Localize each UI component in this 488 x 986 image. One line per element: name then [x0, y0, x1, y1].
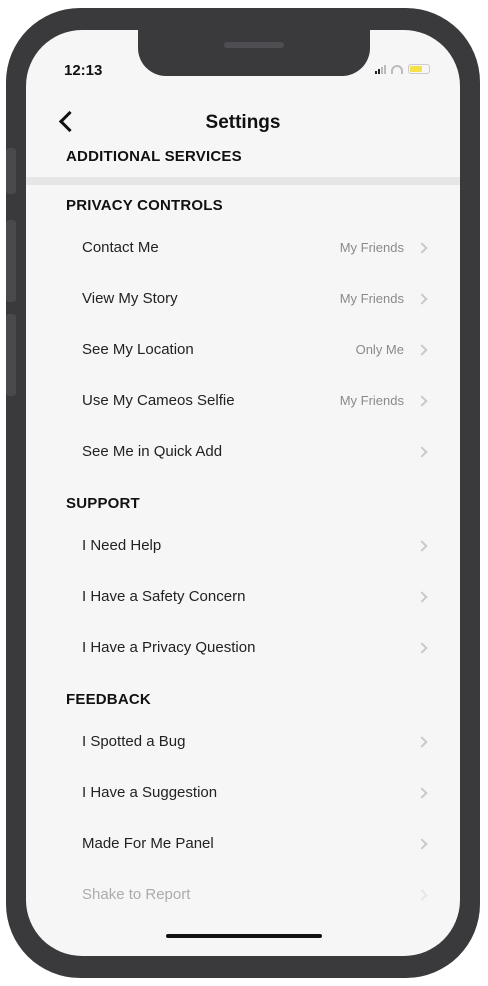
row-label: Shake to Report [82, 886, 191, 903]
chevron-right-icon [416, 735, 428, 748]
status-icons [375, 64, 430, 74]
chevron-right-icon [416, 837, 428, 850]
row-label: I Have a Privacy Question [82, 639, 256, 656]
row-made-for-me-panel[interactable]: Made For Me Panel [26, 818, 460, 869]
chevron-right-icon [416, 445, 428, 458]
row-safety-concern[interactable]: I Have a Safety Concern [26, 571, 460, 622]
row-label: See My Location [82, 341, 194, 358]
chevron-right-icon [416, 888, 428, 901]
row-label: Made For Me Panel [82, 835, 214, 852]
row-use-my-cameos-selfie[interactable]: Use My Cameos Selfie My Friends [26, 375, 460, 426]
speaker-grille [224, 42, 284, 48]
row-label: Contact Me [82, 239, 159, 256]
section-header-additional-services: ADDITIONAL SERVICES [66, 148, 242, 165]
chevron-right-icon [416, 590, 428, 603]
chevron-right-icon [416, 641, 428, 654]
row-privacy-question[interactable]: I Have a Privacy Question [26, 622, 460, 673]
mute-switch [6, 148, 16, 194]
page-title: Settings [205, 112, 281, 133]
volume-down-button [6, 314, 16, 396]
section-header-privacy-controls: PRIVACY CONTROLS [66, 197, 223, 214]
chevron-right-icon [416, 394, 428, 407]
nav-header: Settings [26, 100, 460, 150]
row-view-my-story[interactable]: View My Story My Friends [26, 273, 460, 324]
status-time: 12:13 [64, 62, 103, 79]
battery-icon [408, 64, 430, 74]
section-header-feedback: FEEDBACK [66, 691, 151, 708]
chevron-right-icon [416, 539, 428, 552]
row-spotted-a-bug[interactable]: I Spotted a Bug [26, 716, 460, 767]
screen: 12:13 Settings ADDITIONAL SERVICES PRIVA… [26, 30, 460, 956]
row-label: View My Story [82, 290, 178, 307]
row-have-a-suggestion[interactable]: I Have a Suggestion [26, 767, 460, 818]
row-value: My Friends [339, 393, 404, 408]
home-indicator[interactable] [166, 934, 322, 938]
row-i-need-help[interactable]: I Need Help [26, 520, 460, 571]
row-label: Use My Cameos Selfie [82, 392, 235, 409]
section-divider [26, 177, 460, 185]
settings-list[interactable]: ADDITIONAL SERVICES PRIVACY CONTROLS Con… [26, 148, 460, 920]
row-label: I Have a Suggestion [82, 784, 218, 801]
chevron-right-icon [416, 292, 428, 305]
row-shake-to-report[interactable]: Shake to Report [26, 869, 460, 920]
row-label: I Have a Safety Concern [82, 588, 246, 605]
chevron-right-icon [416, 786, 428, 799]
phone-frame: 12:13 Settings ADDITIONAL SERVICES PRIVA… [6, 8, 480, 978]
section-header-support: SUPPORT [66, 495, 140, 512]
row-value: Only Me [355, 342, 404, 357]
chevron-right-icon [416, 343, 428, 356]
row-value: My Friends [339, 240, 404, 255]
row-contact-me[interactable]: Contact Me My Friends [26, 222, 460, 273]
row-label: I Need Help [82, 537, 162, 554]
signal-icon [375, 64, 386, 74]
notch [138, 30, 370, 76]
wifi-icon [391, 64, 403, 74]
chevron-right-icon [416, 241, 428, 254]
volume-up-button [6, 220, 16, 302]
row-see-my-location[interactable]: See My Location Only Me [26, 324, 460, 375]
row-label: See Me in Quick Add [82, 443, 223, 460]
row-value: My Friends [339, 291, 404, 306]
row-see-me-in-quick-add[interactable]: See Me in Quick Add [26, 426, 460, 477]
row-label: I Spotted a Bug [82, 733, 186, 750]
